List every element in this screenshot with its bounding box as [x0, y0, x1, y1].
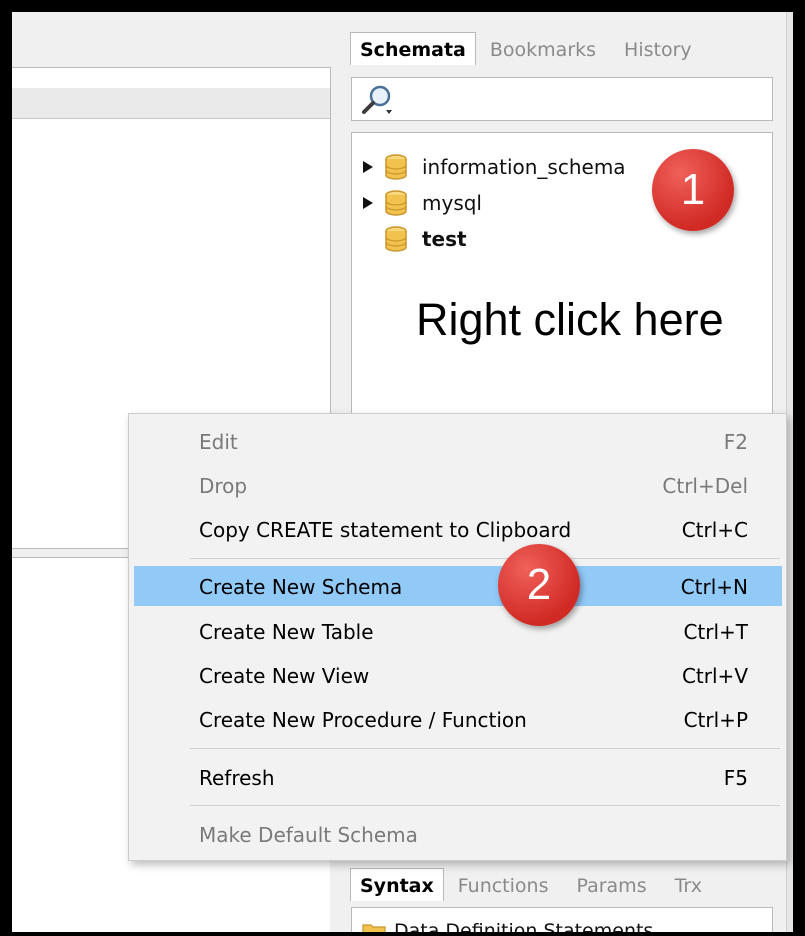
tree-item-mysql[interactable]: mysql [362, 187, 482, 219]
menu-item-create-new-procedure[interactable]: Create New Procedure / Function Ctrl+P [134, 699, 782, 739]
schema-search-input[interactable] [351, 77, 773, 121]
menu-separator [190, 805, 780, 806]
menu-item-shortcut: Ctrl+C [681, 518, 748, 542]
folder-icon [362, 924, 386, 932]
database-icon [385, 226, 407, 252]
menu-item-label: Copy CREATE statement to Clipboard [199, 518, 572, 542]
menu-item-shortcut: F2 [723, 430, 748, 454]
search-icon [362, 85, 392, 114]
tree-item-label: information_schema [422, 155, 626, 179]
menu-item-label: Create New View [199, 664, 370, 688]
menu-item-shortcut: Ctrl+P [683, 708, 748, 732]
menu-item-shortcut: F5 [723, 766, 748, 790]
menu-item-label: Create New Table [199, 620, 374, 644]
app-window: Schemata Bookmarks History information_s… [12, 12, 793, 932]
tree-item-data-definition[interactable]: Data Definition Statements [362, 920, 653, 932]
expand-arrow-icon[interactable] [362, 196, 374, 210]
menu-separator [190, 748, 780, 749]
tree-item-label: mysql [422, 191, 482, 215]
context-menu: Edit F2 Drop Ctrl+Del Copy CREATE statem… [128, 413, 787, 861]
menu-item-shortcut: Ctrl+T [683, 620, 748, 644]
expand-arrow-icon[interactable] [362, 160, 374, 174]
tab-params[interactable]: Params [562, 869, 660, 901]
tab-syntax[interactable]: Syntax [350, 868, 444, 901]
menu-item-shortcut: Ctrl+N [680, 575, 748, 599]
tree-item-label: Data Definition Statements [394, 920, 654, 932]
database-icon [385, 154, 407, 180]
menu-item-label: Create New Procedure / Function [199, 708, 527, 732]
menu-item-shortcut: Ctrl+V [681, 664, 748, 688]
menu-item-label: Drop [199, 474, 248, 498]
menu-item-label: Edit [199, 430, 238, 454]
step-badge-1: 1 [652, 149, 734, 231]
right-click-hint: Right click here [416, 294, 724, 345]
tab-bookmarks[interactable]: Bookmarks [476, 33, 610, 65]
menu-item-make-default-schema[interactable]: Make Default Schema [134, 814, 782, 854]
window-edge [786, 12, 793, 932]
tree-item-label: test [422, 227, 467, 251]
tab-trx[interactable]: Trx [661, 869, 716, 901]
syntax-tabbar: Syntax Functions Params Trx [350, 868, 716, 901]
tree-item-information-schema[interactable]: information_schema [362, 151, 626, 183]
database-icon [385, 190, 407, 216]
menu-item-label: Refresh [199, 766, 275, 790]
tab-history[interactable]: History [610, 33, 706, 65]
tree-item-test[interactable]: test [362, 223, 467, 255]
menu-item-label: Make Default Schema [199, 823, 418, 847]
schema-tabbar: Schemata Bookmarks History [350, 32, 706, 65]
step-badge-2: 2 [498, 544, 580, 626]
menu-item-create-new-view[interactable]: Create New View Ctrl+V [134, 655, 782, 695]
menu-item-label: Create New Schema [199, 575, 403, 599]
menu-separator [190, 558, 780, 559]
menu-item-copy-create[interactable]: Copy CREATE statement to Clipboard Ctrl+… [134, 509, 782, 549]
menu-item-create-new-table[interactable]: Create New Table Ctrl+T [134, 611, 782, 651]
tab-functions[interactable]: Functions [444, 869, 563, 901]
menu-item-refresh[interactable]: Refresh F5 [134, 757, 782, 797]
editor-toolbar [12, 88, 330, 119]
menu-item-shortcut: Ctrl+Del [662, 474, 748, 498]
menu-item-edit[interactable]: Edit F2 [134, 421, 782, 461]
menu-item-create-new-schema[interactable]: Create New Schema Ctrl+N [134, 566, 782, 606]
syntax-tree[interactable]: Data Definition Statements [351, 907, 773, 932]
menu-item-drop[interactable]: Drop Ctrl+Del [134, 465, 782, 505]
tab-schemata[interactable]: Schemata [350, 32, 476, 65]
